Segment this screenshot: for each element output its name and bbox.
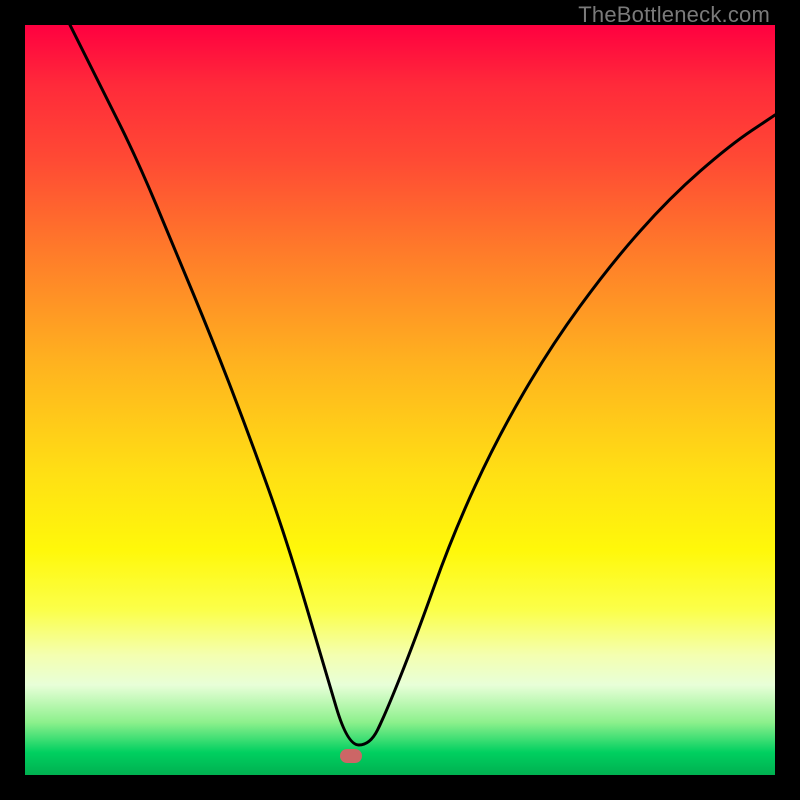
chart-plot-area xyxy=(25,25,775,775)
chart-frame: TheBottleneck.com xyxy=(0,0,800,800)
minimum-marker xyxy=(340,749,362,763)
watermark-text: TheBottleneck.com xyxy=(578,2,770,28)
